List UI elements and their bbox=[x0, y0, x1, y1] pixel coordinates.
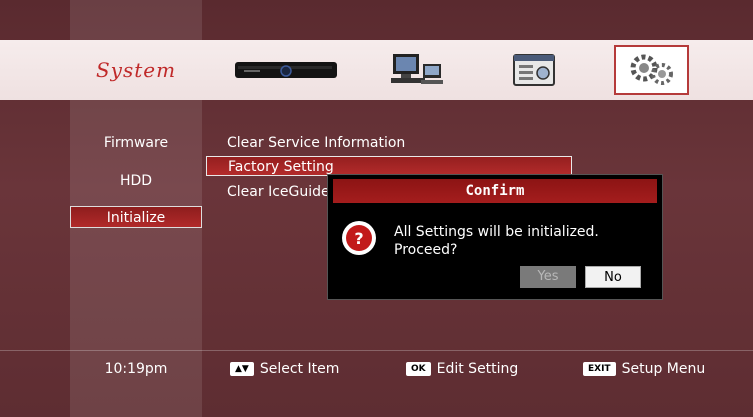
option-clear-service-information[interactable]: Clear Service Information bbox=[227, 133, 405, 153]
tile-network[interactable] bbox=[388, 45, 446, 95]
set-top-box-icon bbox=[235, 62, 337, 78]
tile-device[interactable] bbox=[233, 45, 339, 95]
tile-settings-window[interactable] bbox=[510, 45, 560, 95]
network-pc-icon bbox=[391, 54, 443, 84]
left-menu-item-initialize[interactable]: Initialize bbox=[70, 206, 202, 228]
footer-hint-edit-text: Edit Setting bbox=[436, 361, 519, 377]
footer-hint-select-text: Select Item bbox=[259, 361, 340, 377]
option-clear-iceguide[interactable]: Clear IceGuide bbox=[227, 182, 330, 202]
dialog-message-line1: All Settings will be initialized. bbox=[394, 224, 599, 240]
option-factory-setting[interactable]: Factory Setting bbox=[206, 156, 572, 176]
dialog-message: All Settings will be initialized. Procee… bbox=[394, 223, 599, 259]
left-menu-item-hdd[interactable]: HDD bbox=[70, 170, 202, 192]
no-button[interactable]: No bbox=[585, 266, 641, 288]
footer-hint-exit: EXIT Setup Menu bbox=[583, 358, 705, 380]
left-menu-item-firmware[interactable]: Firmware bbox=[70, 132, 202, 154]
confirm-dialog: Confirm ? All Settings will be initializ… bbox=[327, 174, 663, 300]
question-icon: ? bbox=[342, 221, 376, 255]
yes-button[interactable]: Yes bbox=[520, 266, 576, 288]
exit-key-icon: EXIT bbox=[583, 362, 616, 376]
tile-system[interactable] bbox=[614, 45, 689, 95]
section-title: System bbox=[95, 58, 177, 82]
clock: 10:19pm bbox=[104, 361, 168, 377]
dialog-title: Confirm bbox=[333, 179, 657, 203]
footer-hint-edit: OK Edit Setting bbox=[406, 358, 518, 380]
arrow-keys-icon: ▲▼ bbox=[230, 362, 254, 376]
ok-key-icon: OK bbox=[406, 362, 431, 376]
gears-icon bbox=[630, 54, 673, 85]
footer-hint-select: ▲▼ Select Item bbox=[230, 358, 339, 380]
footer-divider bbox=[0, 350, 753, 351]
top-bar: System bbox=[0, 40, 753, 100]
settings-window-icon bbox=[513, 54, 555, 86]
dialog-message-line2: Proceed? bbox=[394, 242, 458, 258]
footer-hint-exit-text: Setup Menu bbox=[621, 361, 706, 377]
